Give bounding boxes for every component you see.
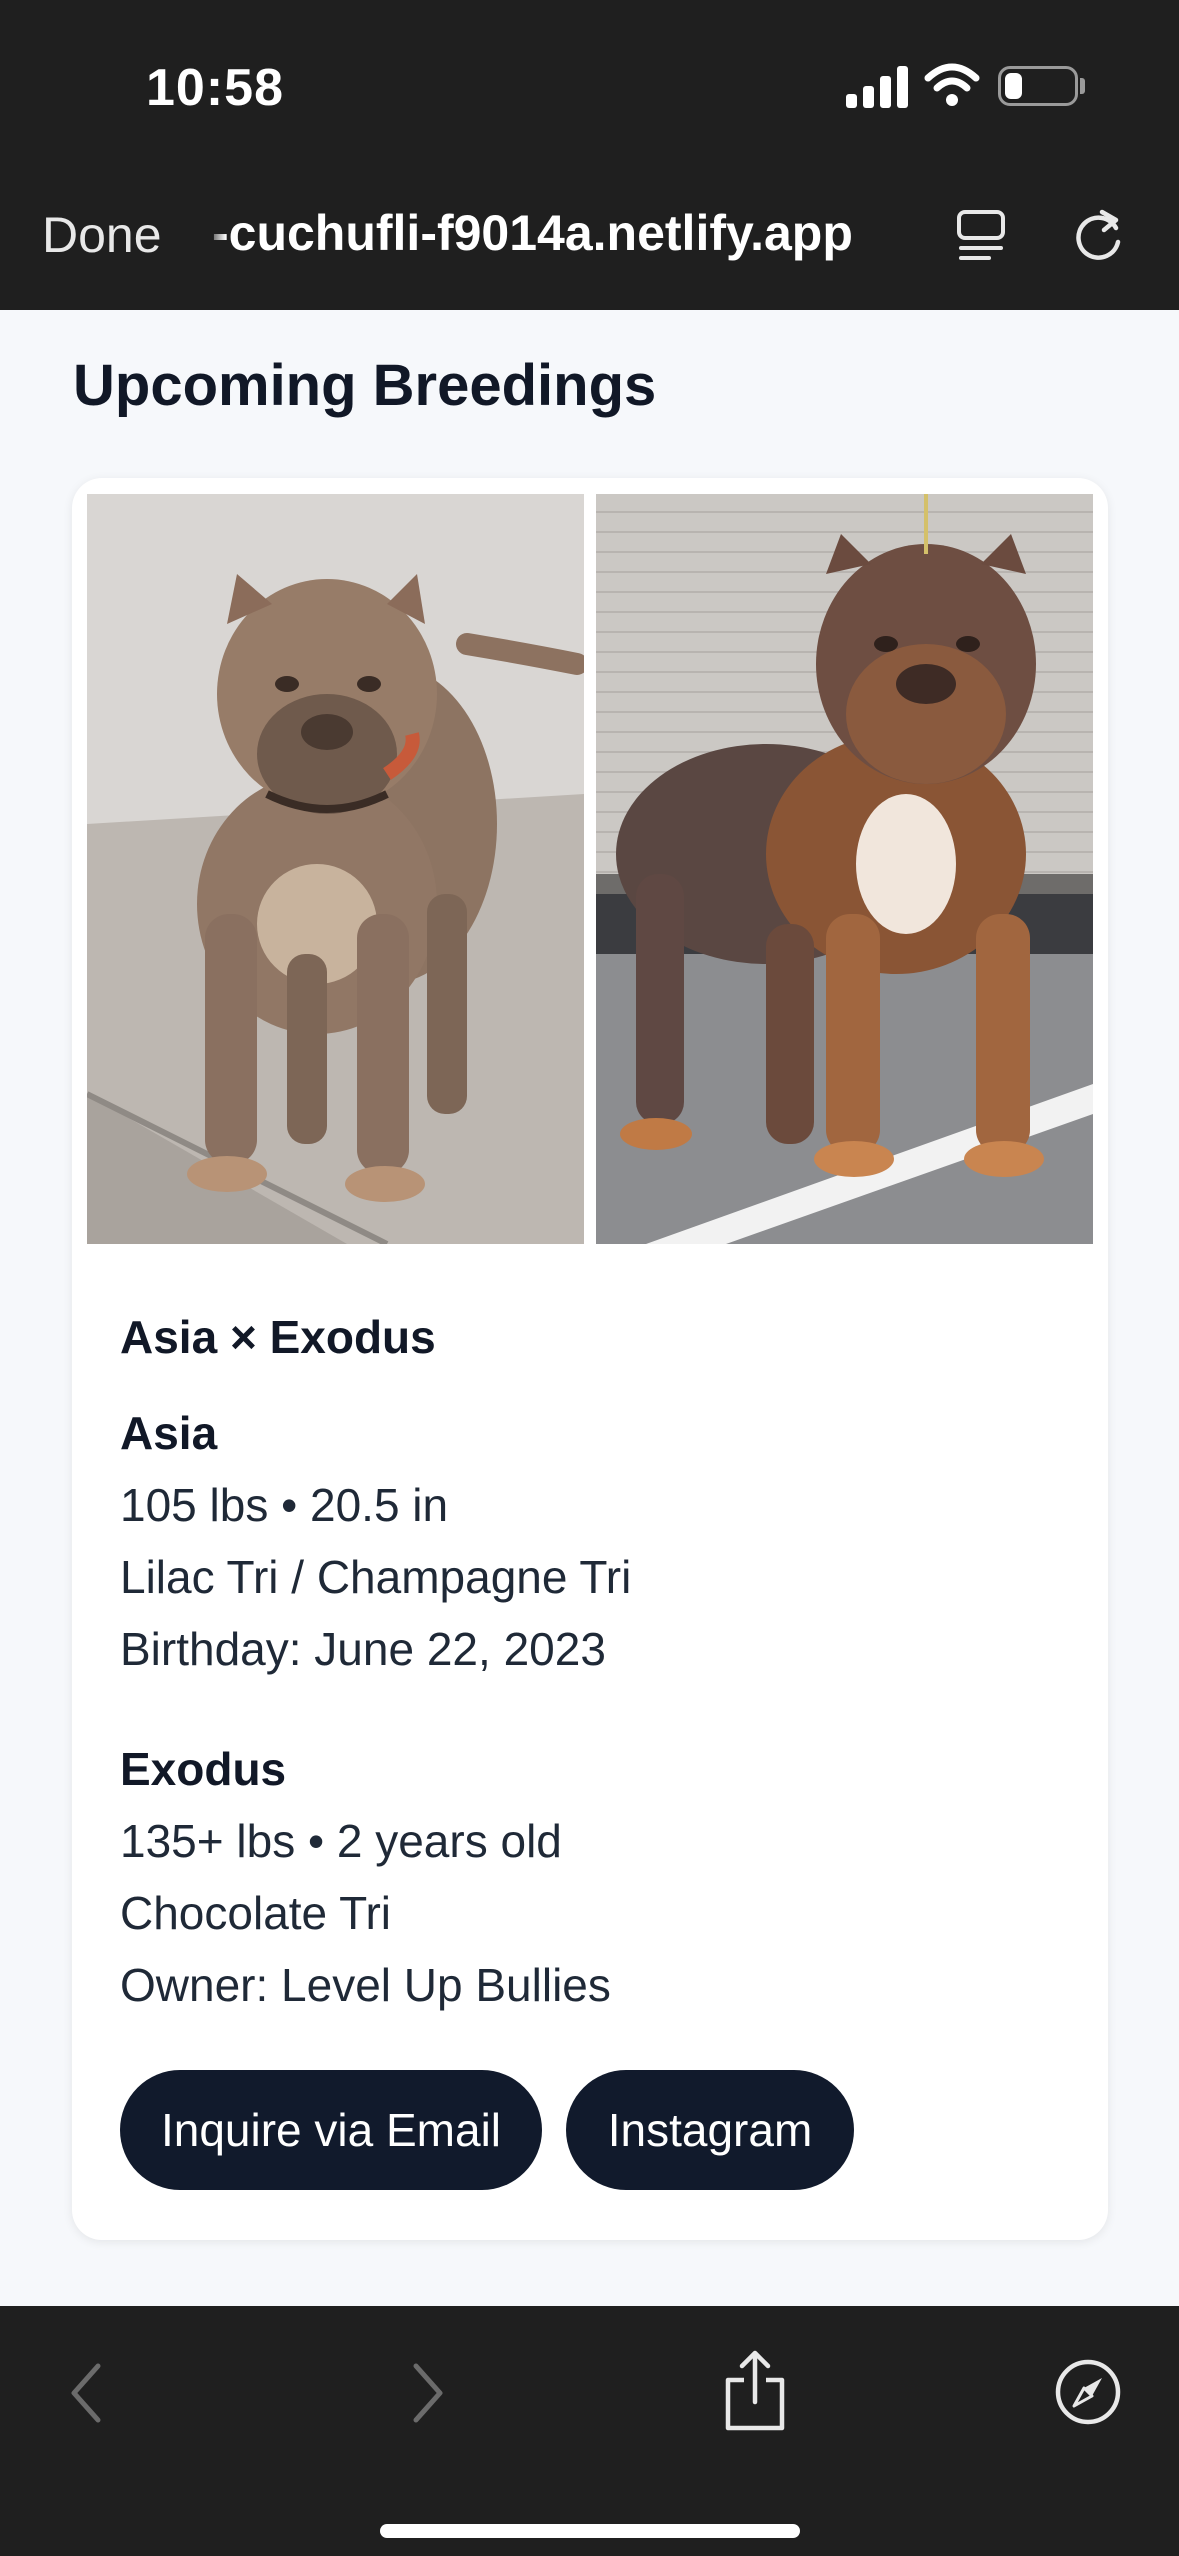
dog-photo-exodus: [596, 494, 1093, 1244]
share-icon[interactable]: [722, 2348, 788, 2434]
forward-arrow-icon[interactable]: [402, 2358, 452, 2428]
dam-size: 105 lbs • 20.5 in: [120, 1479, 449, 1531]
compass-icon[interactable]: [1054, 2358, 1122, 2426]
wifi-icon: [924, 63, 980, 106]
sire-owner: Owner: Level Up Bullies: [120, 1959, 611, 2011]
reload-icon[interactable]: [1072, 206, 1128, 264]
bottom-toolbar: [0, 2306, 1179, 2556]
reader-mode-icon[interactable]: [955, 208, 1007, 264]
home-indicator: [380, 2524, 800, 2538]
status-time: 10:58: [146, 59, 284, 117]
url-fade: [206, 200, 226, 264]
dam-color: Lilac Tri / Champagne Tri: [120, 1551, 632, 1603]
breeding-card: Asia × Exodus Asia 105 lbs • 20.5 in Lil…: [72, 478, 1108, 2240]
instagram-button[interactable]: Instagram: [566, 2070, 854, 2190]
back-arrow-icon[interactable]: [62, 2358, 112, 2428]
sire-name: Exodus: [120, 1743, 287, 1795]
battery-cap: [1080, 78, 1085, 94]
inquire-email-button[interactable]: Inquire via Email: [120, 2070, 542, 2190]
dam-name: Asia: [120, 1407, 218, 1459]
dog-photo-asia: [87, 494, 584, 1244]
page-title: Upcoming Breedings: [73, 353, 657, 418]
browser-toolbar: Done -cuchufli-f9014a.netlify.app: [0, 160, 1179, 310]
done-button[interactable]: Done: [42, 206, 162, 264]
sire-color: Chocolate Tri: [120, 1887, 392, 1939]
sire-size: 135+ lbs • 2 years old: [120, 1815, 562, 1867]
cellular-signal-icon: [846, 64, 908, 108]
pairing-title: Asia × Exodus: [120, 1311, 436, 1363]
battery-icon: [998, 66, 1078, 106]
status-bar: 10:58: [0, 0, 1179, 160]
url-field[interactable]: -cuchufli-f9014a.netlify.app: [212, 204, 853, 262]
dam-birthday: Birthday: June 22, 2023: [120, 1623, 606, 1675]
